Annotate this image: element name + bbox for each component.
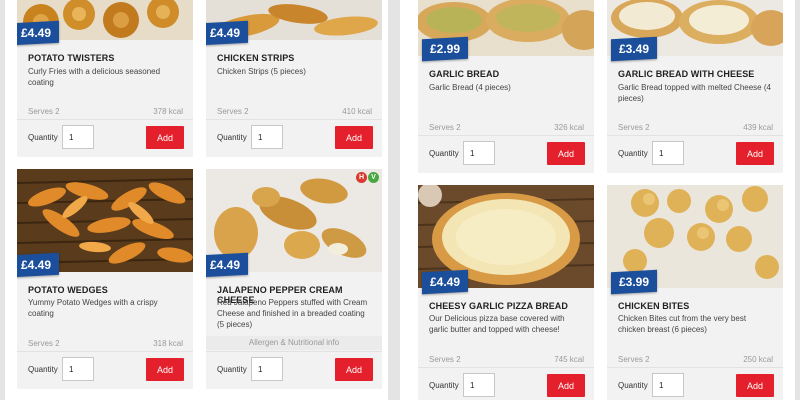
add-button[interactable]: Add — [547, 142, 585, 165]
quantity-label: Quantity — [217, 365, 247, 374]
divider — [17, 119, 193, 120]
product-title: CHICKEN STRIPS — [217, 53, 295, 63]
kcal-label: 318 kcal — [153, 339, 183, 348]
kcal-label: 326 kcal — [554, 123, 584, 132]
serves-label: Serves 2 — [429, 123, 461, 132]
product-card-chicken-bites: £3.99 CHICKEN BITES Chicken Bites cut fr… — [607, 185, 783, 400]
product-card-garlic-bread-with-cheese: £3.49 GARLIC BREAD WITH CHEESE Garlic Br… — [607, 0, 783, 173]
product-card-potato-twisters: £4.49 POTATO TWISTERS Curly Fries with a… — [17, 0, 193, 157]
divider — [418, 135, 594, 136]
quantity-label: Quantity — [618, 149, 648, 158]
serves-label: Serves 2 — [28, 339, 60, 348]
product-description: Garlic Bread topped with melted Cheese (… — [618, 83, 771, 103]
add-button[interactable]: Add — [736, 142, 774, 165]
quantity-label: Quantity — [429, 149, 459, 158]
product-title: POTATO WEDGES — [28, 285, 108, 295]
add-button[interactable]: Add — [335, 358, 373, 381]
divider — [17, 351, 193, 352]
product-description: Chicken Strips (5 pieces) — [217, 67, 306, 76]
product-description: Garlic Bread (4 pieces) — [429, 83, 511, 92]
quantity-label: Quantity — [429, 381, 459, 390]
quantity-input[interactable] — [62, 125, 94, 149]
serves-label: Serves 2 — [618, 355, 650, 364]
product-card-cheesy-garlic-pizza-bread: £4.49 CHEESY GARLIC PIZZA BREAD Our Deli… — [418, 185, 594, 400]
price-badge: £4.49 — [422, 269, 469, 295]
price-badge: £4.49 — [17, 20, 60, 46]
product-title: CHICKEN BITES — [618, 301, 690, 311]
price-badge: £4.49 — [206, 252, 249, 278]
quantity-input[interactable] — [652, 373, 684, 397]
quantity-input[interactable] — [251, 357, 283, 381]
serves-label: Serves 2 — [618, 123, 650, 132]
quantity-label: Quantity — [28, 133, 58, 142]
divider — [206, 351, 382, 352]
quantity-input[interactable] — [62, 357, 94, 381]
serves-label: Serves 2 — [429, 355, 461, 364]
product-title: CHEESY GARLIC PIZZA BREAD — [429, 301, 569, 311]
kcal-label: 745 kcal — [554, 355, 584, 364]
divider — [607, 367, 783, 368]
add-button[interactable]: Add — [736, 374, 774, 397]
halal-icon: H — [356, 172, 367, 183]
serves-label: Serves 2 — [28, 107, 60, 116]
product-card-garlic-bread: £2.99 GARLIC BREAD Garlic Bread (4 piece… — [418, 0, 594, 173]
product-title: GARLIC BREAD — [429, 69, 500, 79]
product-description: Chicken Bites cut from the very best chi… — [618, 314, 747, 334]
kcal-label: 410 kcal — [342, 107, 372, 116]
serves-label: Serves 2 — [217, 107, 249, 116]
product-title: POTATO TWISTERS — [28, 53, 115, 63]
price-badge: £3.99 — [611, 269, 658, 295]
product-description: Curly Fries with a delicious seasoned co… — [28, 67, 161, 87]
price-badge: £2.99 — [422, 36, 469, 62]
quantity-label: Quantity — [28, 365, 58, 374]
add-button[interactable]: Add — [146, 358, 184, 381]
divider — [206, 119, 382, 120]
quantity-input[interactable] — [463, 141, 495, 165]
divider — [607, 135, 783, 136]
price-badge: £3.49 — [611, 36, 658, 62]
divider — [418, 367, 594, 368]
quantity-input[interactable] — [652, 141, 684, 165]
price-badge: £4.49 — [206, 20, 249, 46]
price-badge: £4.49 — [17, 252, 60, 278]
product-description: Our Delicious pizza base covered with ga… — [429, 314, 565, 334]
product-description: Yummy Potato Wedges with a crispy coatin… — [28, 298, 158, 318]
quantity-label: Quantity — [618, 381, 648, 390]
product-card-chicken-strips: £4.49 CHICKEN STRIPS Chicken Strips (5 p… — [206, 0, 382, 157]
add-button[interactable]: Add — [547, 374, 585, 397]
vegetarian-icon: V — [368, 172, 379, 183]
quantity-input[interactable] — [251, 125, 283, 149]
product-card-jalapeno-pepper-cream-cheese: H V £4.49 JALAPENO PEPPER CREAM CHEESE R… — [206, 169, 382, 389]
allergen-info-link[interactable]: Allergen & Nutritional info — [206, 336, 382, 350]
kcal-label: 439 kcal — [743, 123, 773, 132]
quantity-input[interactable] — [463, 373, 495, 397]
quantity-label: Quantity — [217, 133, 247, 142]
add-button[interactable]: Add — [146, 126, 184, 149]
kcal-label: 250 kcal — [743, 355, 773, 364]
product-card-potato-wedges: £4.49 POTATO WEDGES Yummy Potato Wedges … — [17, 169, 193, 389]
add-button[interactable]: Add — [335, 126, 373, 149]
product-description: Red Jalapeno Peppers stuffed with Cream … — [217, 298, 368, 329]
product-title: GARLIC BREAD WITH CHEESE — [618, 69, 755, 79]
kcal-label: 378 kcal — [153, 107, 183, 116]
